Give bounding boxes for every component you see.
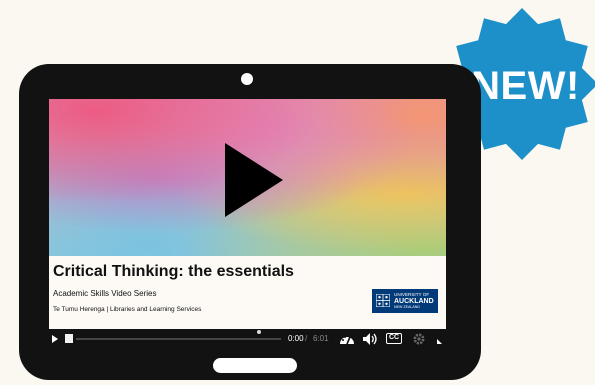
settings-icon[interactable] [412, 332, 426, 346]
time-separator: / [305, 334, 308, 343]
chapter-marker[interactable] [257, 330, 261, 334]
player-control-bar: 0:00 / 6:01 CC [49, 329, 446, 349]
closed-captions-icon[interactable]: CC [386, 333, 402, 344]
big-play-icon[interactable] [225, 143, 283, 217]
total-time: 6:01 [313, 334, 329, 343]
scrubber-handle[interactable] [65, 334, 73, 343]
tablet-home-button [213, 358, 297, 373]
fullscreen-icon[interactable] [437, 336, 445, 344]
video-thumbnail[interactable] [49, 99, 446, 256]
speed-icon[interactable] [339, 332, 355, 346]
logo-line-2: AUCKLAND [394, 298, 434, 305]
video-series: Academic Skills Video Series [53, 289, 157, 298]
volume-icon[interactable] [362, 332, 378, 346]
video-title: Critical Thinking: the essentials [53, 263, 294, 280]
play-icon[interactable] [52, 335, 58, 343]
university-logo: UNIVERSITY OF AUCKLAND NEW ZEALAND [372, 289, 438, 313]
progress-bar[interactable] [76, 338, 281, 340]
video-player[interactable]: Critical Thinking: the essentials Academ… [49, 99, 446, 349]
new-badge-label: NEW! [471, 64, 580, 108]
tablet-camera [241, 73, 253, 85]
logo-line-3: NEW ZEALAND [394, 305, 420, 309]
university-crest-icon [376, 294, 390, 307]
video-credit: Te Tumu Herenga | Libraries and Learning… [53, 306, 202, 313]
current-time: 0:00 [288, 334, 304, 343]
logo-line-1: UNIVERSITY OF [394, 292, 430, 297]
